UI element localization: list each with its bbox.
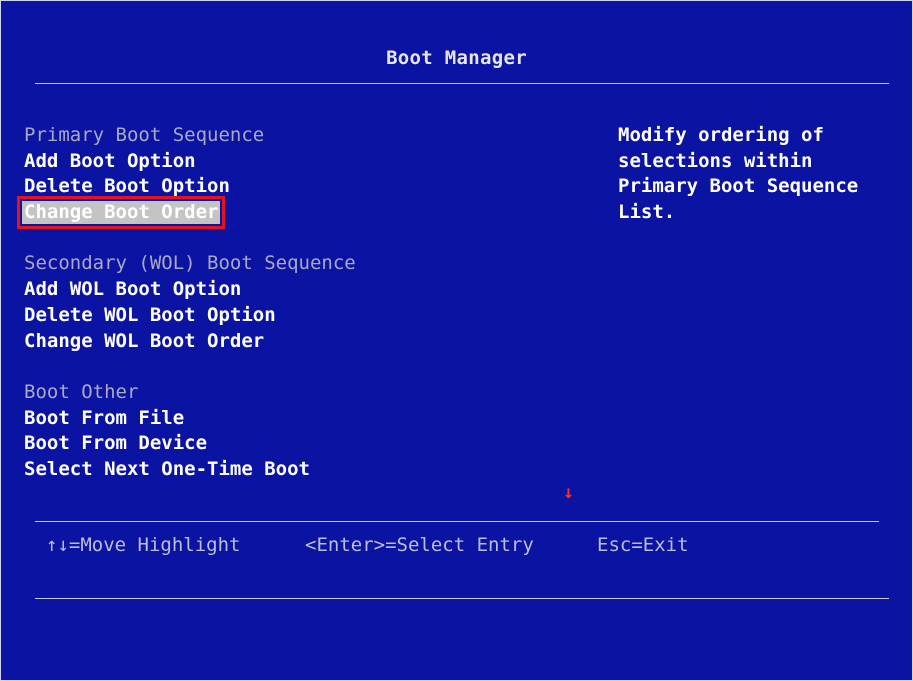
change-boot-order-item[interactable]: Change Boot Order xyxy=(16,196,356,230)
boot-menu: Primary Boot Sequence Add Boot Option De… xyxy=(16,123,356,483)
boot-from-device-item[interactable]: Boot From Device xyxy=(24,431,356,457)
primary-boot-sequence-header: Primary Boot Sequence xyxy=(24,124,265,146)
select-next-one-time-boot-item[interactable]: Select Next One-Time Boot xyxy=(24,457,356,483)
delete-wol-boot-option-item[interactable]: Delete WOL Boot Option xyxy=(24,303,356,329)
menu-spacer xyxy=(24,354,356,380)
footer-bottom-divider xyxy=(35,598,889,599)
selected-highlight[interactable]: Change Boot Order xyxy=(16,196,226,230)
scroll-down-arrow-icon: ↓ xyxy=(563,482,574,503)
secondary-boot-sequence-header: Secondary (WOL) Boot Sequence xyxy=(24,252,356,275)
boot-other-header: Boot Other xyxy=(24,380,139,403)
footer-move-highlight: ↑↓=Move Highlight xyxy=(46,534,241,556)
help-text: Modify ordering of selections within Pri… xyxy=(618,124,859,224)
boot-manager-screen: Boot Manager Primary Boot Sequence Add B… xyxy=(0,0,913,681)
change-wol-boot-order-item[interactable]: Change WOL Boot Order xyxy=(24,329,356,355)
delete-boot-option-item[interactable]: Delete Boot Option xyxy=(24,174,356,200)
title-divider xyxy=(35,83,889,84)
page-title: Boot Manager xyxy=(386,47,527,69)
footer-exit: Esc=Exit xyxy=(597,534,689,556)
menu-spacer xyxy=(24,226,356,252)
footer-top-divider xyxy=(35,521,879,522)
boot-from-file-item[interactable]: Boot From File xyxy=(24,406,356,432)
footer-select-entry: <Enter>=Select Entry xyxy=(305,534,534,556)
add-wol-boot-option-item[interactable]: Add WOL Boot Option xyxy=(24,277,356,303)
add-boot-option-item[interactable]: Add Boot Option xyxy=(24,149,356,175)
